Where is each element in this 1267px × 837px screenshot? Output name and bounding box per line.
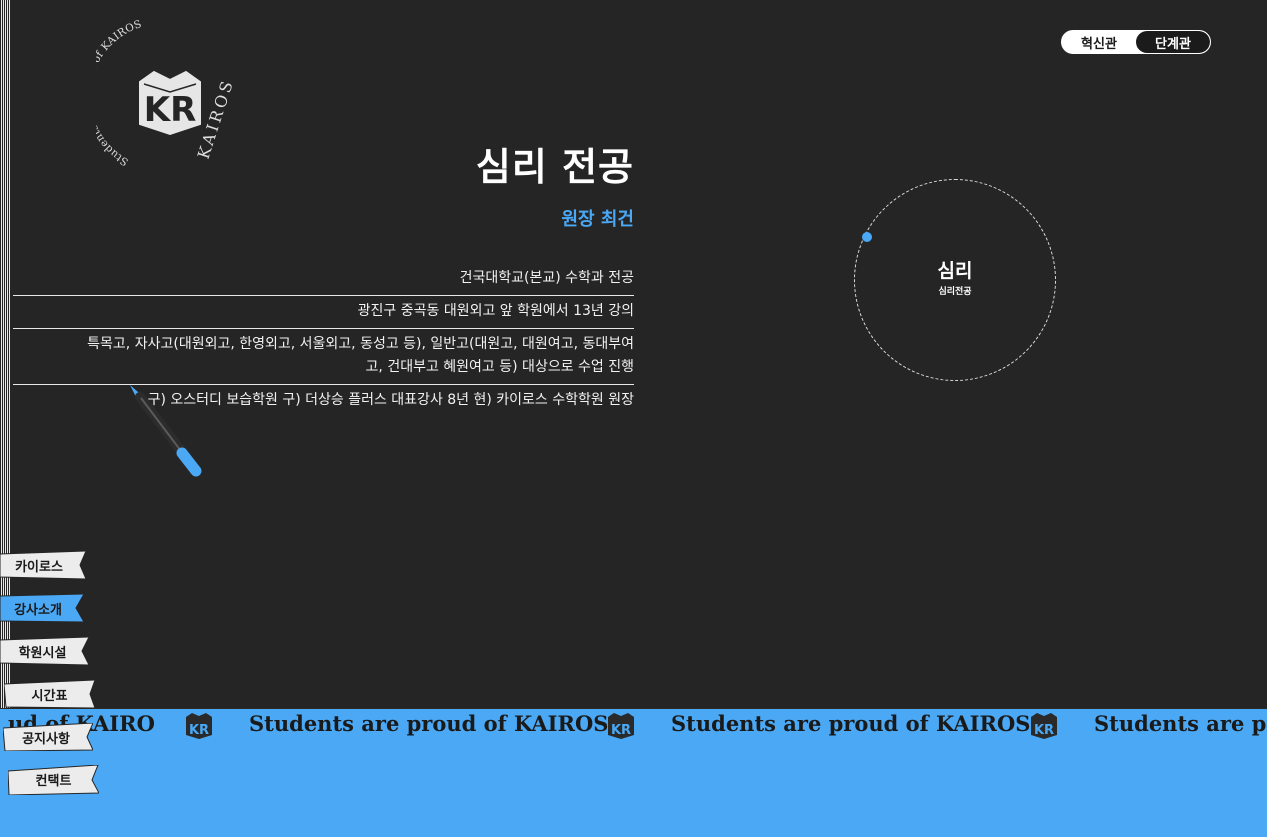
kairos-emblem: Students are proud of KAIROS KR KAIROS (81, 18, 237, 168)
nav-tab-facilities[interactable]: 학원시설 (0, 637, 89, 665)
logo-mark: KR (144, 90, 197, 130)
toggle-option-stage[interactable]: 단계관 (1136, 31, 1210, 53)
orbit-label: 심리 (937, 260, 973, 282)
svg-text:Students are proud of KAIROS: Students are proud of KAIROS (96, 20, 143, 168)
career-item: 광진구 중곡동 대원외고 앞 학원에서 13년 강의 (13, 296, 634, 329)
pen-cursor-icon (130, 385, 202, 477)
svg-text:KR: KR (189, 723, 209, 738)
page-title: 심리 전공 (475, 145, 634, 189)
svg-text:KR: KR (1034, 723, 1054, 738)
toggle-option-innovation[interactable]: 혁신관 (1062, 31, 1136, 53)
kr-logo-icon: KR (1031, 713, 1057, 739)
kr-logo-icon: KR (186, 713, 212, 739)
marquee-text: Students are proud of KAIROS (671, 711, 1031, 736)
teacher-name: 원장 최건 (561, 209, 634, 230)
nav-tab-contact[interactable]: 컨택트 (8, 765, 99, 795)
marquee-text: Students are proud of KAIROS (249, 711, 609, 736)
career-list: 건국대학교(본교) 수학과 전공 광진구 중곡동 대원외고 앞 학원에서 13년… (13, 263, 634, 417)
kr-logo-icon: KR (608, 713, 634, 739)
nav-tab-instructors[interactable]: 강사소개 (0, 594, 84, 622)
career-item: 구) 오스터디 보습학원 구) 더상승 플러스 대표강사 8년 현) 카이로스 … (147, 392, 634, 408)
orbit-sublabel: 심리전공 (938, 287, 972, 297)
book-icon: KR (139, 70, 201, 136)
orbit-dot (862, 232, 872, 242)
logo-arc-text: Students are proud of KAIROS (81, 18, 143, 168)
subject-orbit: 심리 심리전공 (854, 179, 1056, 381)
nav-tab-timetable[interactable]: 시간표 (4, 680, 95, 708)
career-item: 건국대학교(본교) 수학과 전공 (13, 263, 634, 296)
building-toggle[interactable]: 혁신관 단계관 (1061, 30, 1211, 54)
marquee-banner: ud of KAIRO KR Students are proud of KAI… (0, 708, 1267, 742)
kairos-logo[interactable]: Students are proud of KAIROS KR KAIROS (81, 18, 246, 170)
career-item: 특목고, 자사고(대원외고, 한영외고, 서울외고, 동성고 등), 일반고(대… (13, 329, 634, 385)
blue-section (0, 741, 1267, 837)
marquee-text: Students are proud of KAIROS (1094, 711, 1267, 736)
nav-tab-notices[interactable]: 공지사항 (3, 723, 93, 751)
svg-text:KR: KR (611, 723, 631, 738)
nav-tab-kairos[interactable]: 카이로스 (0, 551, 86, 579)
